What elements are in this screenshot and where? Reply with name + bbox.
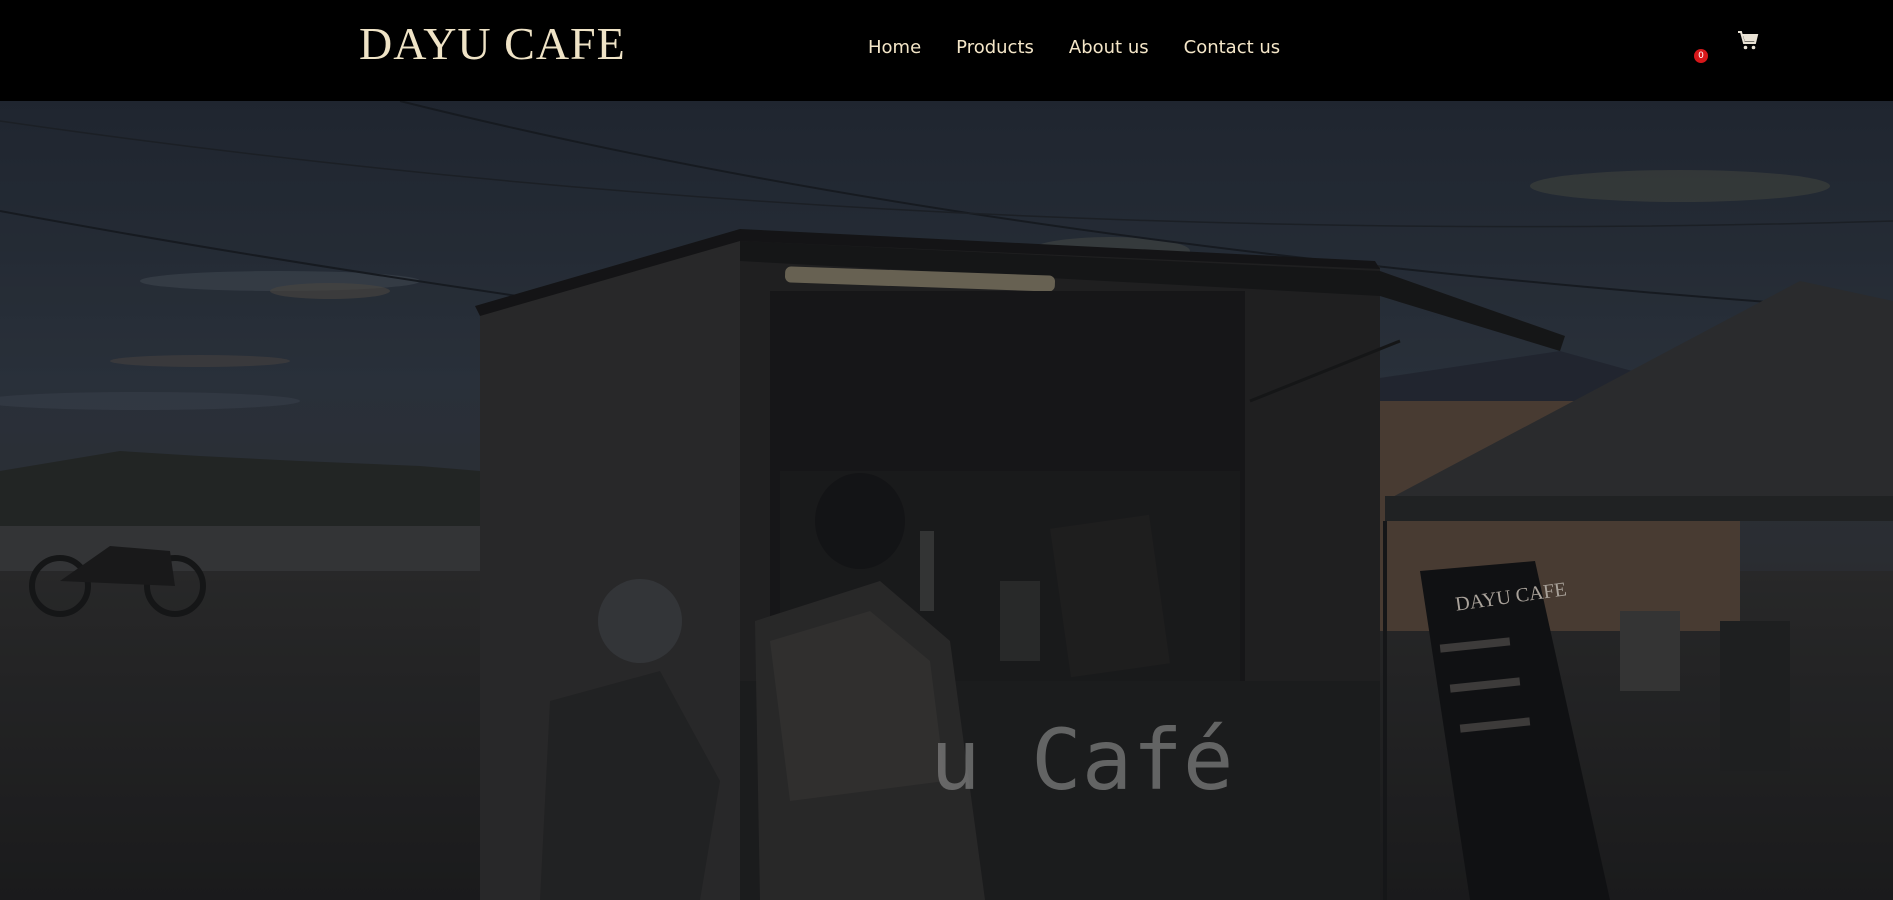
nav-contact-link[interactable]: Contact us bbox=[1184, 36, 1281, 60]
truck-sign-text: u Café bbox=[930, 711, 1234, 809]
nav-home-link[interactable]: Home bbox=[868, 36, 921, 60]
shopping-cart-icon[interactable] bbox=[1737, 30, 1759, 52]
cart-count-badge[interactable]: 0 bbox=[1694, 49, 1708, 63]
nav-products-link[interactable]: Products bbox=[956, 36, 1034, 60]
site-logo[interactable]: DAYU CAFE bbox=[359, 16, 626, 72]
nav-about-link[interactable]: About us bbox=[1069, 36, 1149, 60]
hero-background-image: u Café DAYU CAFE bbox=[0, 101, 1893, 900]
site-header: DAYU CAFE Home Products About us Contact… bbox=[0, 0, 1893, 101]
main-nav: Home Products About us Contact us bbox=[868, 36, 1280, 60]
